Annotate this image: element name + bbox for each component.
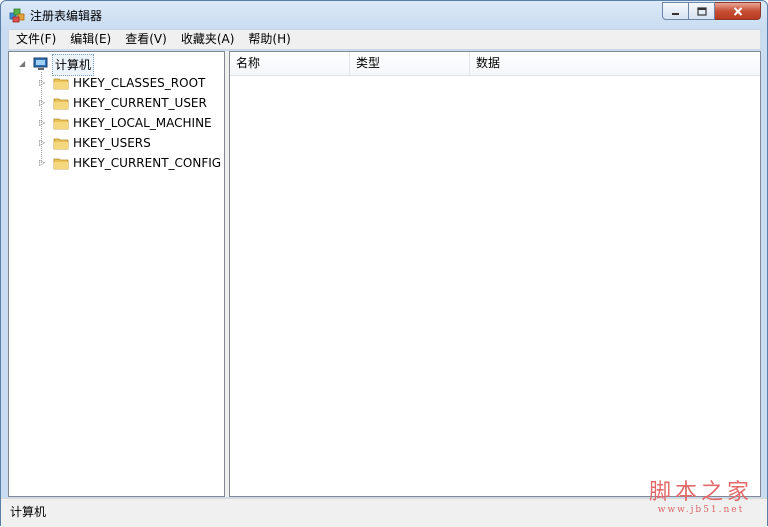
menu-bar: 文件(F) 编辑(E) 查看(V) 收藏夹(A) 帮助(H) [8, 29, 761, 50]
minimize-icon [672, 12, 679, 15]
tree-item-label: HKEY_CURRENT_CONFIG [73, 156, 222, 170]
tree-item-label: HKEY_LOCAL_MACHINE [73, 116, 212, 130]
registry-editor-window: 注册表编辑器 文件(F) 编辑(E) 查看(V) 收藏夹(A) 帮助(H) ◢ [0, 0, 768, 527]
expand-arrow-icon[interactable]: ▷ [39, 98, 48, 107]
column-header-row: 名称 类型 数据 [230, 52, 760, 76]
tree-node-hkcr[interactable]: ▷ HKEY_CLASSES_ROOT [9, 73, 224, 93]
folder-icon [53, 98, 69, 110]
tree-item-label: HKEY_USERS [73, 136, 151, 150]
tree-node-hklm[interactable]: ▷ HKEY_LOCAL_MACHINE [9, 113, 224, 133]
close-icon [733, 6, 742, 16]
tree-node-hkcu[interactable]: ▷ HKEY_CURRENT_USER [9, 93, 224, 113]
tree-node-computer[interactable]: ◢ 计算机 [9, 54, 209, 76]
menu-help[interactable]: 帮助(H) [241, 30, 297, 49]
menu-view[interactable]: 查看(V) [118, 30, 174, 49]
collapse-arrow-icon[interactable]: ◢ [19, 59, 28, 68]
folder-icon [53, 138, 69, 150]
watermark-title: 脚本之家 [648, 480, 753, 505]
menu-file[interactable]: 文件(F) [9, 30, 63, 49]
close-button[interactable] [715, 2, 761, 20]
expand-arrow-icon[interactable]: ▷ [39, 78, 48, 87]
computer-icon [33, 57, 48, 70]
expand-arrow-icon[interactable]: ▷ [39, 138, 48, 147]
column-header-type[interactable]: 类型 [350, 52, 470, 75]
registry-icon [9, 8, 25, 23]
tree-item-label: HKEY_CURRENT_USER [73, 96, 207, 110]
tree-item-label: HKEY_CLASSES_ROOT [73, 76, 206, 90]
key-tree-pane[interactable]: ◢ 计算机 ▷ HKEY_CLASSES_ROOT ▷ HKEY_CURRENT… [8, 51, 225, 497]
expand-arrow-icon[interactable]: ▷ [39, 118, 48, 127]
caption-buttons [662, 2, 761, 20]
minimize-button[interactable] [662, 2, 689, 20]
folder-icon [53, 78, 69, 90]
values-list-pane[interactable]: 名称 类型 数据 [229, 51, 761, 497]
status-path: 计算机 [10, 505, 47, 519]
column-header-data[interactable]: 数据 [470, 52, 760, 75]
watermark-logo: 脚本之家 www.jb51.net [648, 480, 753, 516]
menu-edit[interactable]: 编辑(E) [63, 30, 118, 49]
maximize-button[interactable] [689, 2, 715, 20]
tree-node-hku[interactable]: ▷ HKEY_USERS [9, 133, 224, 153]
folder-icon [53, 158, 69, 170]
expand-arrow-icon[interactable]: ▷ [39, 158, 48, 167]
title-bar[interactable]: 注册表编辑器 [1, 1, 767, 29]
tree-node-hkcc[interactable]: ▷ HKEY_CURRENT_CONFIG [9, 153, 224, 173]
folder-icon [53, 118, 69, 130]
window-title: 注册表编辑器 [30, 9, 103, 23]
watermark-url: www.jb51.net [657, 505, 745, 515]
menu-favorites[interactable]: 收藏夹(A) [174, 30, 242, 49]
maximize-icon [696, 6, 707, 16]
column-header-name[interactable]: 名称 [230, 52, 350, 75]
